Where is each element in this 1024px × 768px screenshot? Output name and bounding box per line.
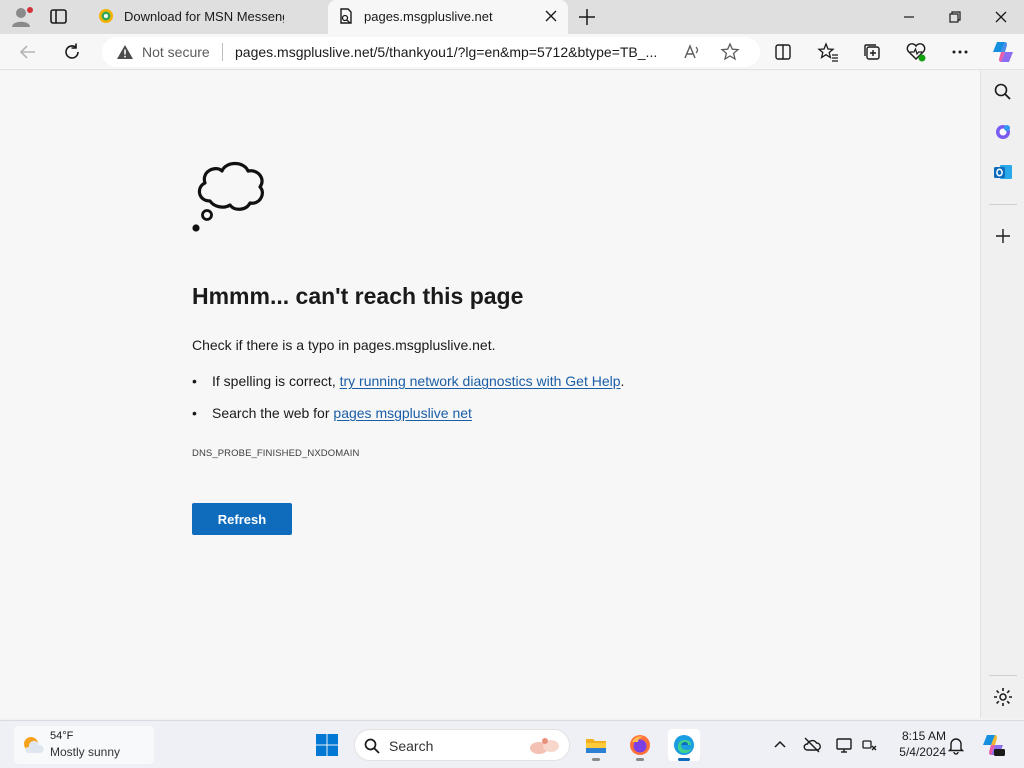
new-tab-icon[interactable] <box>576 6 598 28</box>
bullet-dot: • <box>192 373 197 389</box>
taskbar-search[interactable]: Search <box>354 729 570 761</box>
notification-bell-icon[interactable] <box>946 735 966 755</box>
running-indicator <box>636 758 644 761</box>
network-diagnostics-link[interactable]: try running network diagnostics with Get… <box>340 373 621 389</box>
search-placeholder: Search <box>389 738 434 754</box>
close-tab-icon[interactable] <box>544 9 558 23</box>
mouse-cursor-icon <box>122 762 130 768</box>
sidebar-divider <box>989 204 1017 205</box>
split-screen-icon[interactable] <box>772 41 794 63</box>
copilot-sidebar-icon[interactable] <box>992 121 1014 143</box>
error-code: DNS_PROBE_FINISHED_NXDOMAIN <box>192 448 360 459</box>
active-indicator <box>678 758 690 761</box>
collections-icon[interactable] <box>861 41 883 63</box>
search-icon[interactable] <box>992 81 1014 103</box>
search-icon <box>363 737 381 755</box>
page-error-icon <box>338 8 354 24</box>
error-page: Hmmm... can't reach this page Check if t… <box>0 71 980 718</box>
bullet-dot: • <box>192 405 197 421</box>
weather-temperature: 54°F <box>50 730 74 742</box>
partly-sunny-icon <box>20 734 44 756</box>
typo-hint-text: Check if there is a typo in pages.msgplu… <box>192 337 496 353</box>
weather-widget[interactable]: 54°F Mostly sunny <box>14 726 154 764</box>
minimize-icon[interactable] <box>898 6 920 28</box>
tab-title: pages.msgpluslive.net <box>364 9 493 24</box>
tab-pages-msgpluslive[interactable]: pages.msgpluslive.net <box>328 0 568 34</box>
more-options-icon[interactable] <box>949 41 971 63</box>
display-icon[interactable] <box>834 735 854 755</box>
running-indicator <box>592 758 600 761</box>
diagnostics-bullet: • If spelling is correct, try running net… <box>192 373 624 389</box>
chevron-up-icon[interactable] <box>770 735 790 755</box>
clock-time: 8:15 AM <box>901 729 946 743</box>
sidebar-divider <box>989 675 1017 676</box>
security-label[interactable]: Not secure <box>142 44 210 60</box>
taskbar: 54°F Mostly sunny Search 8:15 AM 5/4/202… <box>0 720 1024 768</box>
not-secure-warning-icon[interactable] <box>116 44 134 60</box>
copilot-taskbar-icon[interactable] <box>980 732 1006 758</box>
address-bar[interactable]: Not secure pages.msgpluslive.net/5/thank… <box>102 37 760 67</box>
file-explorer-icon[interactable] <box>580 729 612 761</box>
add-plus-icon[interactable] <box>992 225 1014 247</box>
back-arrow-icon[interactable] <box>17 41 39 63</box>
copilot-icon[interactable] <box>990 39 1016 65</box>
favorite-star-icon[interactable] <box>720 42 740 62</box>
tab-actions-icon[interactable] <box>48 7 70 27</box>
clock-date: 5/4/2024 <box>899 745 946 759</box>
url-text[interactable]: pages.msgpluslive.net/5/thankyou1/?lg=en… <box>235 44 675 60</box>
error-heading: Hmmm... can't reach this page <box>192 283 524 309</box>
gear-icon[interactable] <box>992 686 1014 708</box>
close-window-icon[interactable] <box>990 6 1012 28</box>
search-highlight-icon <box>525 735 565 757</box>
bullet-suffix: . <box>620 373 625 389</box>
system-clock[interactable]: 8:15 AM 5/4/2024 <box>862 728 946 760</box>
browser-essentials-icon[interactable] <box>905 41 927 63</box>
edge-sidebar <box>980 71 1024 718</box>
edge-taskbar-icon[interactable] <box>668 729 700 761</box>
refresh-button[interactable]: Refresh <box>192 503 292 535</box>
bullet-text: Search the web for <box>212 405 334 421</box>
onedrive-offline-icon[interactable] <box>802 735 822 755</box>
msgplus-favicon-icon <box>98 8 114 24</box>
reload-icon[interactable] <box>61 41 83 63</box>
weather-condition: Mostly sunny <box>50 745 121 759</box>
browser-toolbar: Not secure pages.msgpluslive.net/5/thank… <box>0 34 1024 70</box>
thought-cloud-icon <box>190 159 268 235</box>
firefox-icon[interactable] <box>624 729 656 761</box>
tab-msn-messenger[interactable]: Download for MSN Messenger | <box>88 0 326 34</box>
bullet-text: If spelling is correct, <box>212 373 340 389</box>
profile-icon[interactable] <box>10 6 34 28</box>
tab-strip: Download for MSN Messenger | pages.msgpl… <box>0 0 1024 34</box>
outlook-icon[interactable] <box>992 161 1014 183</box>
search-web-bullet: • Search the web for pages msgpluslive ne… <box>192 405 472 421</box>
address-divider <box>222 43 223 61</box>
search-web-link[interactable]: pages msgpluslive net <box>333 405 472 421</box>
favorites-icon[interactable] <box>817 41 839 63</box>
tab-title: Download for MSN Messenger | <box>124 9 284 24</box>
restore-icon[interactable] <box>944 6 966 28</box>
read-aloud-icon[interactable] <box>682 42 702 62</box>
start-windows-icon[interactable] <box>314 732 340 758</box>
